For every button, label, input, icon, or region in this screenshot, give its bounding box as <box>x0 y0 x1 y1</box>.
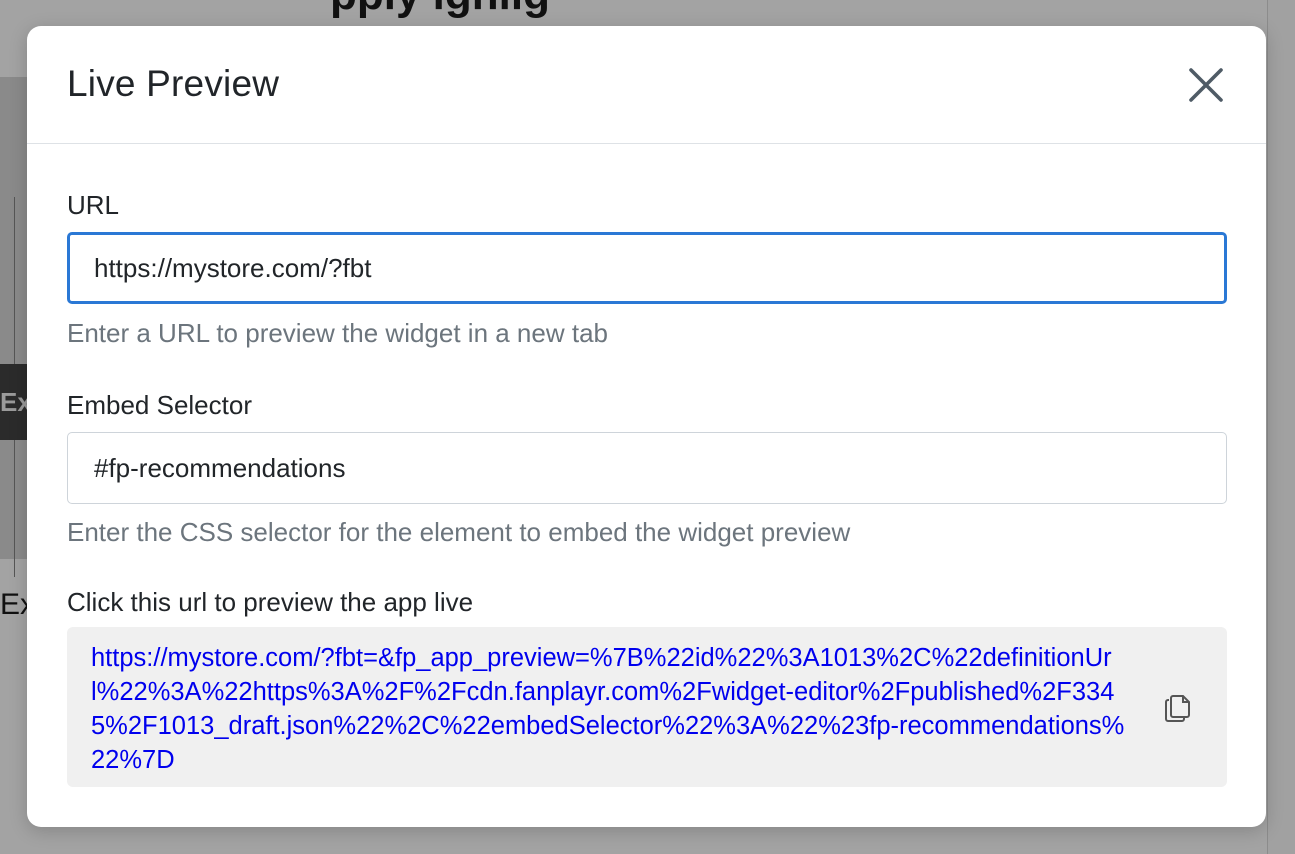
background-heading: pply ighlig <box>330 0 550 20</box>
close-button[interactable] <box>1183 62 1229 108</box>
page-scrollbar[interactable] <box>1267 0 1295 854</box>
background-product-image <box>0 77 28 577</box>
preview-label: Click this url to preview the app live <box>67 587 474 617</box>
preview-url-link[interactable]: https://mystore.com/?fbt=&fp_app_preview… <box>91 641 1137 777</box>
background-tag: Ex <box>0 364 28 440</box>
url-label: URL <box>67 190 120 220</box>
copy-button[interactable] <box>1160 689 1196 725</box>
url-help-text: Enter a URL to preview the widget in a n… <box>67 318 608 348</box>
modal-title: Live Preview <box>67 63 280 104</box>
close-icon <box>1189 68 1223 102</box>
embed-selector-label: Embed Selector <box>67 390 252 420</box>
live-preview-modal: Live Preview URL Enter a URL to preview … <box>27 26 1266 827</box>
embed-selector-input[interactable] <box>67 432 1227 504</box>
copy-icon <box>1165 695 1190 722</box>
background-text: Ex <box>0 588 28 621</box>
url-input[interactable] <box>67 232 1227 304</box>
embed-selector-help-text: Enter the CSS selector for the element t… <box>67 517 851 547</box>
preview-url-box: https://mystore.com/?fbt=&fp_app_preview… <box>67 627 1227 787</box>
modal-header: Live Preview <box>27 26 1266 144</box>
